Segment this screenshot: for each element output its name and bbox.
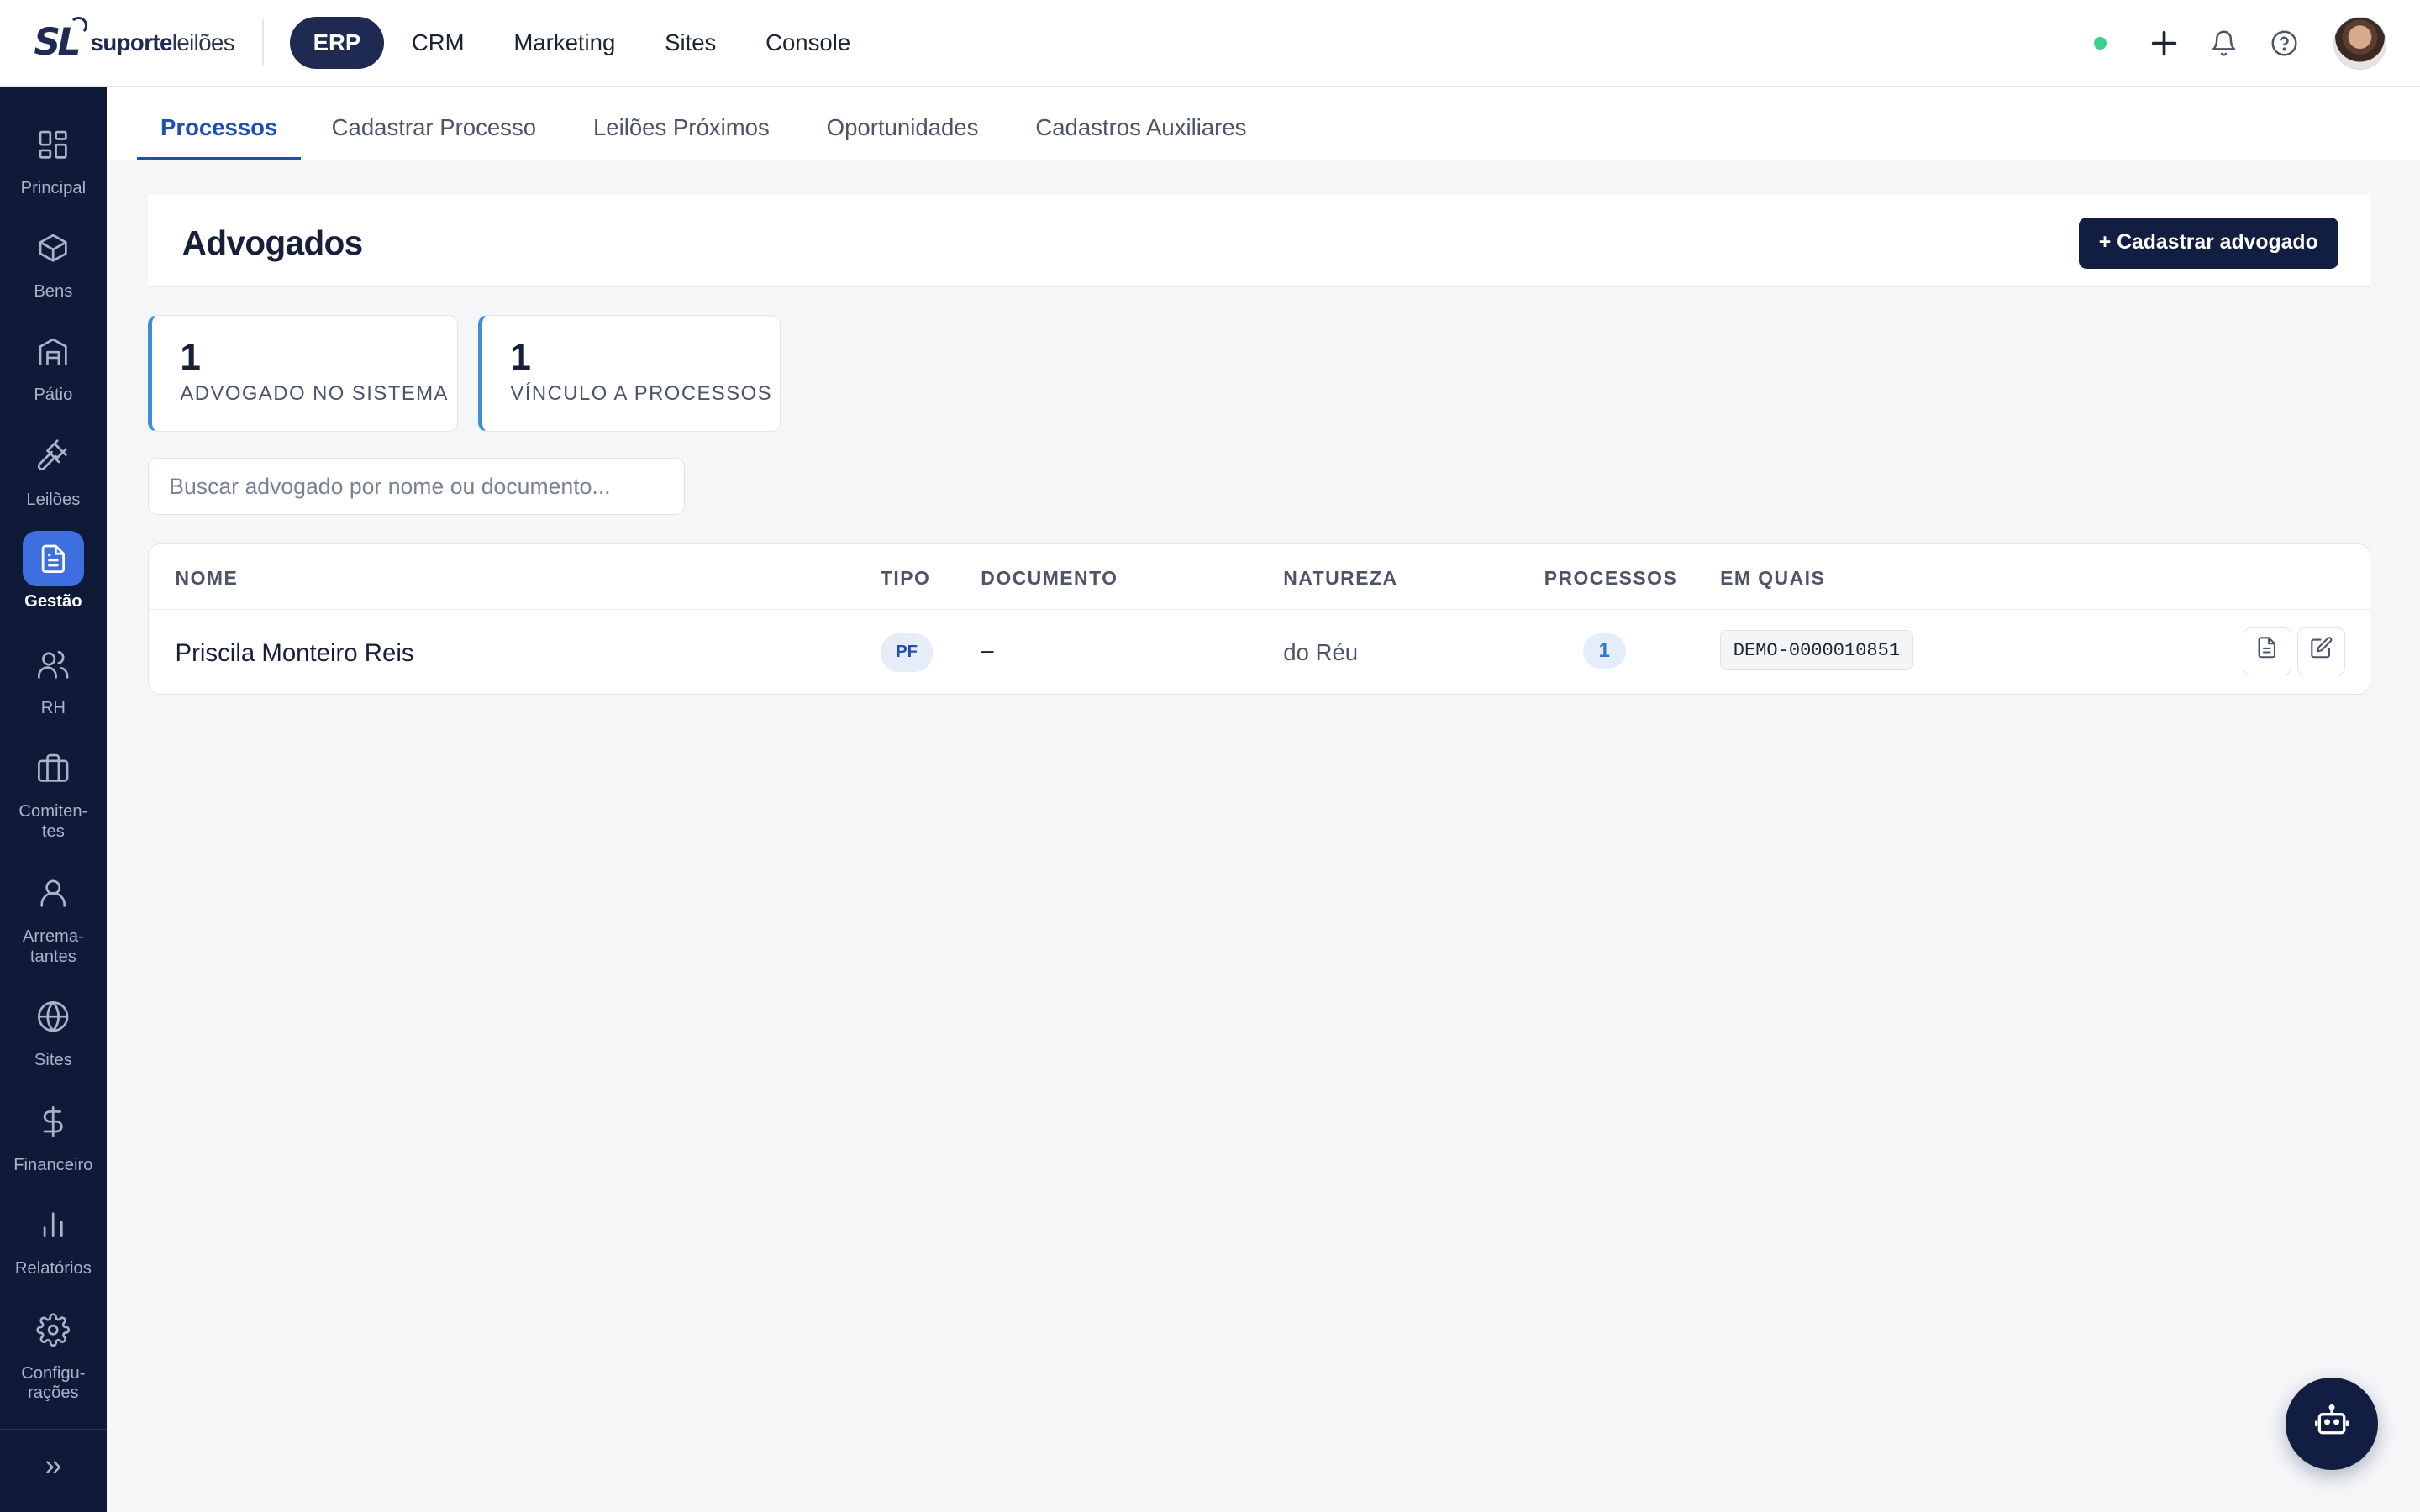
sidebar-item-relatorios[interactable]: Relatórios (0, 1197, 107, 1278)
sidebar-item-configuracoes[interactable]: Configu- rações (0, 1302, 107, 1404)
stat-value: 1 (180, 337, 201, 379)
column-header-nome: NOME (175, 567, 239, 590)
sidebar-label: Gestão (24, 592, 82, 612)
divider (262, 19, 264, 66)
box-icon (23, 221, 84, 276)
status-indicator (2094, 37, 2107, 50)
stat-card-advogados: 1 ADVOGADO NO SISTEMA (148, 314, 459, 433)
sidebar: Principal Bens Pátio Leilões Gestão RH C… (0, 86, 107, 1512)
user-icon (23, 865, 84, 921)
topnav-erp[interactable]: ERP (290, 16, 384, 70)
stat-card-vinculos: 1 VÍNCULO A PROCESSOS (478, 314, 781, 433)
help-icon[interactable] (2267, 26, 2301, 60)
sidebar-item-financeiro[interactable]: Financeiro (0, 1094, 107, 1175)
briefcase-icon (23, 741, 84, 796)
user-avatar[interactable] (2333, 17, 2386, 70)
assistant-bot-button[interactable] (2286, 1378, 2379, 1471)
bot-icon (2313, 1402, 2350, 1446)
sub-tabs: Processos Cadastrar Processo Leilões Pró… (106, 86, 2420, 160)
top-nav: ERP CRM Marketing Sites Console (290, 16, 876, 70)
sidebar-label: Leilões (26, 491, 81, 510)
sidebar-item-bens[interactable]: Bens (0, 221, 107, 302)
topnav-sites[interactable]: Sites (640, 17, 741, 69)
globe-icon (23, 989, 84, 1044)
top-bar: SL suporteleilões ERP CRM Marketing Site… (0, 0, 2420, 87)
process-code-chip[interactable]: DEMO-0000010851 (1720, 630, 1913, 671)
sidebar-label: RH (40, 698, 66, 717)
sidebar-label: Configu- rações (21, 1363, 86, 1403)
sidebar-item-arrematantes[interactable]: Arrema- tantes (0, 865, 107, 967)
cell-documento: – (981, 636, 994, 663)
sidebar-item-sites[interactable]: Sites (0, 989, 107, 1070)
cell-nome: Priscila Monteiro Reis (175, 639, 414, 668)
page-title: Advogados (182, 223, 364, 263)
column-header-tipo: TIPO (880, 567, 931, 590)
edit-icon (2310, 636, 2333, 666)
topnav-marketing[interactable]: Marketing (489, 17, 640, 69)
gavel-icon (23, 429, 84, 485)
lawyers-table: NOME TIPO DOCUMENTO NATUREZA PROCESSOS E… (148, 543, 2371, 695)
chevrons-right-icon (41, 1455, 66, 1486)
add-lawyer-button[interactable]: + Cadastrar advogado (2078, 217, 2338, 269)
users-icon (23, 638, 84, 693)
process-count-badge: 1 (1582, 633, 1627, 669)
stat-label: ADVOGADO NO SISTEMA (180, 381, 449, 405)
sidebar-label: Comiten- tes (18, 802, 88, 841)
page-header: Advogados + Cadastrar advogado (148, 194, 2371, 287)
sidebar-label: Principal (20, 179, 87, 198)
header-divider (149, 608, 2370, 611)
tab-cadastrar-processo[interactable]: Cadastrar Processo (305, 86, 562, 160)
file-text-icon (2255, 636, 2279, 666)
topnav-console[interactable]: Console (741, 17, 876, 69)
document-icon (22, 530, 85, 586)
column-header-processos: PROCESSOS (1544, 567, 1678, 590)
plus-icon[interactable] (2147, 26, 2181, 60)
warehouse-icon (23, 324, 84, 380)
sidebar-label: Pátio (34, 386, 73, 405)
gear-icon (23, 1302, 84, 1357)
bar-chart-icon (23, 1197, 84, 1252)
sidebar-label: Relatórios (14, 1258, 92, 1278)
stat-label: VÍNCULO A PROCESSOS (510, 381, 773, 405)
cell-natureza: do Réu (1283, 639, 1359, 666)
sidebar-item-patio[interactable]: Pátio (0, 324, 107, 406)
sidebar-label: Bens (34, 282, 73, 302)
sidebar-item-leiloes[interactable]: Leilões (0, 429, 107, 511)
tab-cadastros-auxiliares[interactable]: Cadastros Auxiliares (1009, 86, 1273, 160)
sidebar-item-gestao[interactable]: Gestão (0, 530, 107, 612)
topnav-crm[interactable]: CRM (387, 17, 489, 69)
brand-logo[interactable]: SL suporteleilões (34, 0, 235, 86)
sidebar-item-comitentes[interactable]: Comiten- tes (0, 741, 107, 843)
grid-icon (23, 118, 84, 173)
sidebar-toggle[interactable] (0, 1428, 107, 1512)
top-right-actions (2094, 0, 2386, 87)
column-header-documento: DOCUMENTO (981, 567, 1118, 590)
sidebar-label: Sites (34, 1050, 72, 1069)
stat-value: 1 (510, 337, 531, 379)
tab-oportunidades[interactable]: Oportunidades (800, 86, 1004, 160)
sidebar-label: Arrema- tantes (22, 927, 84, 966)
bell-icon[interactable] (2207, 26, 2241, 60)
edit-button[interactable] (2296, 627, 2345, 675)
column-header-natureza: NATUREZA (1283, 567, 1398, 590)
tab-leiloes-proximos[interactable]: Leilões Próximos (567, 86, 796, 160)
logo-text: suporteleilões (90, 29, 235, 55)
sidebar-item-rh[interactable]: RH (0, 638, 107, 719)
type-badge: PF (880, 633, 934, 672)
column-header-em-quais: EM QUAIS (1720, 567, 1826, 590)
sidebar-item-principal[interactable]: Principal (0, 118, 107, 199)
search-input[interactable] (148, 458, 686, 516)
sidebar-label: Financeiro (13, 1155, 93, 1174)
dollar-icon (23, 1094, 84, 1149)
view-document-button[interactable] (2243, 627, 2291, 675)
tab-processos[interactable]: Processos (137, 86, 301, 160)
logo-mark: SL (34, 16, 87, 65)
